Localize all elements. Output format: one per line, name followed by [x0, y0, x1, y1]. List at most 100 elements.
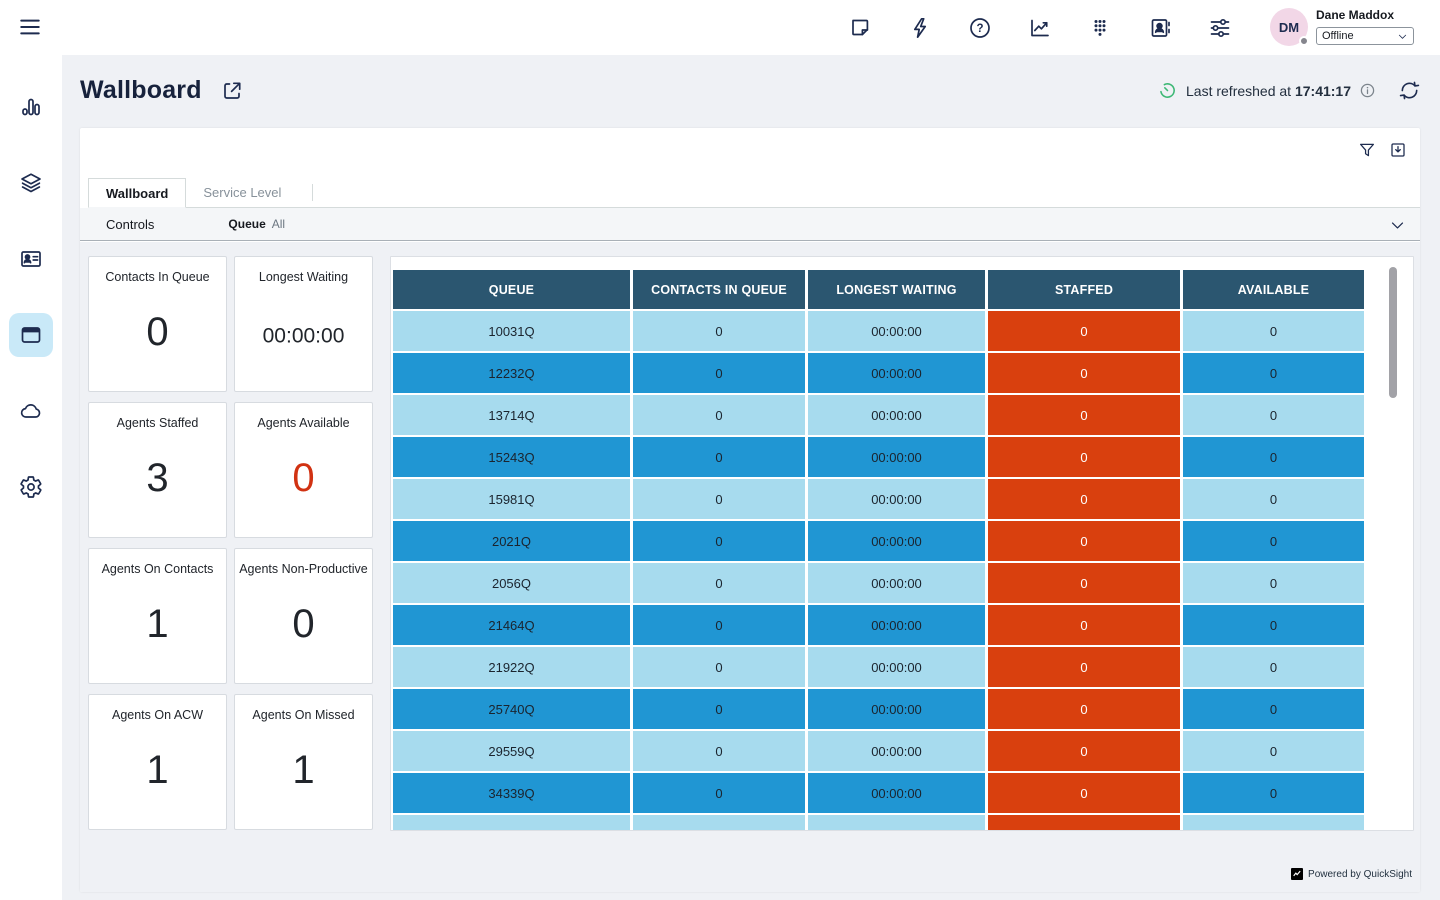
- tab-divider: [312, 184, 313, 201]
- export-icon[interactable]: [1389, 141, 1407, 159]
- value-cell[interactable]: 0: [633, 605, 805, 645]
- kpi-value: 0: [89, 310, 226, 355]
- help-icon[interactable]: ?: [968, 16, 992, 40]
- value-cell[interactable]: [808, 815, 985, 831]
- filter-icon[interactable]: [1358, 141, 1376, 159]
- info-icon[interactable]: [1359, 82, 1376, 99]
- controls-collapse-icon[interactable]: [1389, 217, 1406, 234]
- queue-cell[interactable]: [393, 815, 630, 831]
- value-cell[interactable]: 0: [633, 521, 805, 561]
- value-cell[interactable]: 0: [988, 311, 1180, 351]
- queue-cell[interactable]: 15981Q: [393, 479, 630, 519]
- queue-filter-value: All: [272, 217, 285, 231]
- value-cell[interactable]: 0: [1183, 311, 1364, 351]
- value-cell[interactable]: 0: [988, 689, 1180, 729]
- sidebar-item-settings[interactable]: [9, 465, 53, 509]
- value-cell[interactable]: 0: [988, 437, 1180, 477]
- value-cell[interactable]: 0: [1183, 731, 1364, 771]
- value-cell[interactable]: 0: [633, 563, 805, 603]
- queue-filter-control[interactable]: Queue All: [228, 217, 285, 231]
- value-cell[interactable]: 0: [633, 731, 805, 771]
- value-cell[interactable]: [633, 815, 805, 831]
- table-scrollbar[interactable]: [1389, 267, 1397, 398]
- value-cell[interactable]: 00:00:00: [808, 353, 985, 393]
- queue-cell[interactable]: 2021Q: [393, 521, 630, 561]
- value-cell[interactable]: 00:00:00: [808, 605, 985, 645]
- value-cell[interactable]: 0: [633, 773, 805, 813]
- value-cell[interactable]: [988, 815, 1180, 831]
- value-cell[interactable]: 0: [988, 479, 1180, 519]
- queue-cell[interactable]: 2056Q: [393, 563, 630, 603]
- value-cell[interactable]: 0: [988, 395, 1180, 435]
- value-cell[interactable]: 00:00:00: [808, 437, 985, 477]
- sliders-icon[interactable]: [1208, 16, 1232, 40]
- value-cell[interactable]: 00:00:00: [808, 395, 985, 435]
- sidebar-item-contacts[interactable]: [9, 237, 53, 281]
- value-cell[interactable]: 00:00:00: [808, 773, 985, 813]
- value-cell[interactable]: 0: [633, 479, 805, 519]
- controls-bar: Controls Queue All: [80, 208, 1420, 241]
- kpi-card: Agents Available 0: [234, 402, 373, 538]
- value-cell[interactable]: 0: [1183, 437, 1364, 477]
- status-select[interactable]: Offline: [1316, 27, 1414, 45]
- value-cell[interactable]: 0: [1183, 689, 1364, 729]
- metrics-icon[interactable]: [1028, 16, 1052, 40]
- tab-wallboard[interactable]: Wallboard: [88, 178, 186, 208]
- value-cell[interactable]: 0: [633, 437, 805, 477]
- menu-icon[interactable]: [16, 13, 44, 41]
- kpi-label: Contacts In Queue: [93, 270, 222, 284]
- sidebar-item-analytics[interactable]: [9, 85, 53, 129]
- value-cell[interactable]: 0: [988, 647, 1180, 687]
- kpi-grid: Contacts In Queue 0 Longest Waiting 00:0…: [88, 256, 373, 830]
- queue-cell[interactable]: 13714Q: [393, 395, 630, 435]
- sidebar-item-layers[interactable]: [9, 161, 53, 205]
- dialpad-icon[interactable]: [1088, 16, 1112, 40]
- value-cell[interactable]: 0: [1183, 563, 1364, 603]
- value-cell[interactable]: 00:00:00: [808, 311, 985, 351]
- value-cell[interactable]: 00:00:00: [808, 563, 985, 603]
- queue-cell[interactable]: 25740Q: [393, 689, 630, 729]
- value-cell[interactable]: 0: [1183, 395, 1364, 435]
- value-cell[interactable]: 00:00:00: [808, 521, 985, 561]
- sidebar: [0, 55, 62, 900]
- value-cell[interactable]: 0: [988, 605, 1180, 645]
- sidebar-item-cloud[interactable]: [9, 389, 53, 433]
- external-link-icon[interactable]: [220, 79, 244, 103]
- directory-icon[interactable]: [1148, 16, 1172, 40]
- queue-cell[interactable]: 21464Q: [393, 605, 630, 645]
- queue-cell[interactable]: 15243Q: [393, 437, 630, 477]
- tab-service-level[interactable]: Service Level: [186, 177, 298, 207]
- value-cell[interactable]: 0: [633, 311, 805, 351]
- value-cell[interactable]: 0: [1183, 479, 1364, 519]
- value-cell[interactable]: 00:00:00: [808, 689, 985, 729]
- refresh-icon[interactable]: [1398, 79, 1421, 102]
- value-cell[interactable]: 0: [1183, 605, 1364, 645]
- value-cell[interactable]: 0: [988, 773, 1180, 813]
- value-cell[interactable]: 0: [988, 731, 1180, 771]
- queue-cell[interactable]: 29559Q: [393, 731, 630, 771]
- lightning-icon[interactable]: [908, 16, 932, 40]
- value-cell[interactable]: 0: [1183, 773, 1364, 813]
- value-cell[interactable]: 00:00:00: [808, 479, 985, 519]
- notes-icon[interactable]: [848, 16, 872, 40]
- value-cell[interactable]: 00:00:00: [808, 731, 985, 771]
- value-cell[interactable]: 0: [988, 521, 1180, 561]
- queue-cell[interactable]: 12232Q: [393, 353, 630, 393]
- queue-cell[interactable]: 10031Q: [393, 311, 630, 351]
- value-cell[interactable]: 00:00:00: [808, 647, 985, 687]
- value-cell[interactable]: 0: [633, 689, 805, 729]
- value-cell[interactable]: [1183, 815, 1364, 831]
- avatar[interactable]: DM: [1270, 8, 1308, 46]
- value-cell[interactable]: 0: [633, 395, 805, 435]
- value-cell[interactable]: 0: [1183, 647, 1364, 687]
- queue-cell[interactable]: 21922Q: [393, 647, 630, 687]
- value-cell[interactable]: 0: [633, 353, 805, 393]
- value-cell[interactable]: 0: [1183, 521, 1364, 561]
- value-cell[interactable]: 0: [633, 647, 805, 687]
- value-cell[interactable]: 0: [988, 563, 1180, 603]
- value-cell[interactable]: 0: [1183, 353, 1364, 393]
- user-block: Dane Maddox Offline: [1316, 8, 1420, 45]
- value-cell[interactable]: 0: [988, 353, 1180, 393]
- queue-cell[interactable]: 34339Q: [393, 773, 630, 813]
- sidebar-item-wallboard[interactable]: [9, 313, 53, 357]
